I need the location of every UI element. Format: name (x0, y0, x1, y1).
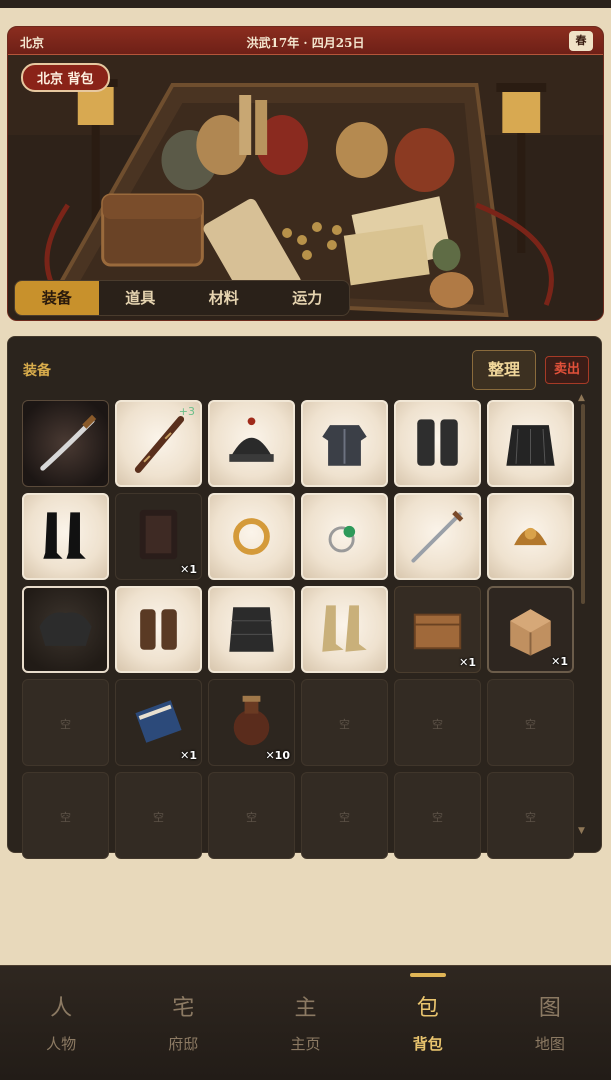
inventory-slot[interactable] (208, 400, 295, 487)
scroll-up-arrow-icon[interactable]: ▲ (578, 393, 585, 403)
empty-slot[interactable]: 空 (487, 772, 574, 859)
embroidered-boots-icon (322, 605, 367, 652)
tab-materials[interactable]: 材料 (182, 281, 266, 315)
nav-label: 背包 (412, 1035, 443, 1053)
inventory-slot[interactable] (22, 586, 109, 673)
season-badge[interactable]: 春 (569, 31, 593, 51)
item-quantity: ✕10 (265, 749, 290, 762)
inventory-slot[interactable]: ✕1 (115, 493, 202, 580)
empty-slot-label: 空 (60, 811, 71, 824)
item-quantity: ✕1 (180, 749, 197, 762)
backpack-icon: 包 (416, 996, 439, 1021)
game-date: 洪武17年 · 四月25日 (246, 36, 365, 50)
empty-slot[interactable]: 空 (22, 772, 109, 859)
tab-items[interactable]: 道具 (99, 281, 183, 315)
inventory-slot[interactable] (301, 400, 388, 487)
location-badge: 北京 背包 (21, 63, 110, 92)
saber-icon (40, 414, 97, 471)
empty-slot-label: 空 (432, 811, 443, 824)
inventory-panel: 装备 整理 卖出 +3 ✕1 ✕1 ✕1 空 ✕1 ✕10 空空空空空空空空空 ▲ ▼ (7, 336, 602, 859)
empty-slot-label: 空 (339, 718, 350, 731)
scrollbar[interactable] (581, 404, 585, 604)
empty-slot-label: 空 (525, 718, 536, 731)
status-bar: 北京 洪武17年 · 四月25日 春 (8, 27, 603, 55)
top-strip (0, 0, 611, 8)
upgrade-level: +3 (178, 405, 195, 418)
nav-item-home[interactable]: 主主页 (244, 966, 366, 1080)
sort-button[interactable]: 整理 (472, 350, 536, 390)
sell-button[interactable]: 卖出 (545, 356, 589, 384)
empty-slot[interactable]: 空 (301, 679, 388, 766)
inventory-slot[interactable] (394, 493, 481, 580)
empty-slot-label: 空 (525, 811, 536, 824)
inventory-slot[interactable]: ✕1 (115, 679, 202, 766)
empty-slot-label: 空 (60, 718, 71, 731)
empty-slot-label: 空 (339, 811, 350, 824)
inventory-slot[interactable]: ✕1 (487, 586, 574, 673)
inventory-slot[interactable] (487, 493, 574, 580)
home-icon: 主 (294, 996, 317, 1021)
inventory-slot[interactable]: +3 (115, 400, 202, 487)
empty-slot[interactable]: 空 (115, 772, 202, 859)
jade-ring-icon (328, 525, 356, 553)
inventory-slot[interactable] (22, 400, 109, 487)
inventory-slot[interactable] (22, 493, 109, 580)
nav-label: 地图 (534, 1035, 565, 1053)
inventory-slot[interactable]: ✕10 (208, 679, 295, 766)
sword-icon (411, 510, 464, 563)
nav-item-backpack[interactable]: 包背包 (367, 966, 489, 1080)
skirt-armor-icon (506, 425, 555, 466)
leg-armor-icon (229, 607, 274, 652)
pauldron-icon (39, 612, 92, 646)
inventory-slot[interactable] (301, 586, 388, 673)
residence-icon: 宅 (172, 996, 195, 1021)
empty-slot[interactable]: 空 (487, 679, 574, 766)
gold-ring-icon (233, 518, 270, 555)
category-tabs: 装备 道具 材料 运力 (14, 280, 350, 316)
inventory-slot[interactable]: ✕1 (394, 586, 481, 673)
armor-vest-icon (322, 425, 367, 466)
nav-label: 府邸 (168, 1035, 199, 1053)
map-icon: 图 (538, 996, 561, 1021)
nav-label: 人物 (46, 1035, 77, 1053)
item-quantity: ✕1 (180, 563, 197, 576)
person-icon: 人 (50, 996, 73, 1021)
boots-icon (43, 512, 86, 559)
inventory-slot[interactable] (208, 586, 295, 673)
scroll-down-arrow-icon[interactable]: ▼ (578, 826, 585, 836)
tab-equipment[interactable]: 装备 (15, 281, 99, 315)
nav-item-residence[interactable]: 宅府邸 (122, 966, 244, 1080)
empty-slot-label: 空 (246, 811, 257, 824)
inventory-slot[interactable] (394, 400, 481, 487)
empty-slot-label: 空 (432, 718, 443, 731)
ornament-icon (514, 527, 547, 546)
backpack-banner: 北京 洪武17年 · 四月25日 春 北京 背包 装备 道具 材料 运力 (7, 26, 604, 321)
inventory-slot[interactable] (301, 493, 388, 580)
inventory-title: 装备 (23, 363, 51, 379)
nav-label: 主页 (290, 1035, 321, 1053)
inventory-slot[interactable] (208, 493, 295, 580)
item-quantity: ✕1 (551, 655, 568, 668)
empty-slot[interactable]: 空 (208, 772, 295, 859)
inventory-grid: +3 ✕1 ✕1 ✕1 空 ✕1 ✕10 空空空空空空空空空 (22, 400, 580, 859)
helmet-icon (229, 417, 274, 462)
inventory-slot[interactable] (115, 586, 202, 673)
inventory-slot[interactable] (487, 400, 574, 487)
bracers-icon (140, 609, 177, 650)
empty-slot-label: 空 (153, 811, 164, 824)
item-quantity: ✕1 (459, 656, 476, 669)
nav-item-map[interactable]: 图地图 (489, 966, 611, 1080)
empty-slot[interactable]: 空 (394, 679, 481, 766)
bottom-navigation: 人人物宅府邸主主页包背包图地图 (0, 965, 611, 1080)
tab-transport[interactable]: 运力 (266, 281, 350, 315)
empty-slot[interactable]: 空 (301, 772, 388, 859)
empty-slot[interactable]: 空 (394, 772, 481, 859)
active-indicator (409, 973, 446, 977)
empty-slot[interactable]: 空 (22, 679, 109, 766)
nav-item-person[interactable]: 人人物 (0, 966, 122, 1080)
greaves-icon (417, 419, 458, 466)
